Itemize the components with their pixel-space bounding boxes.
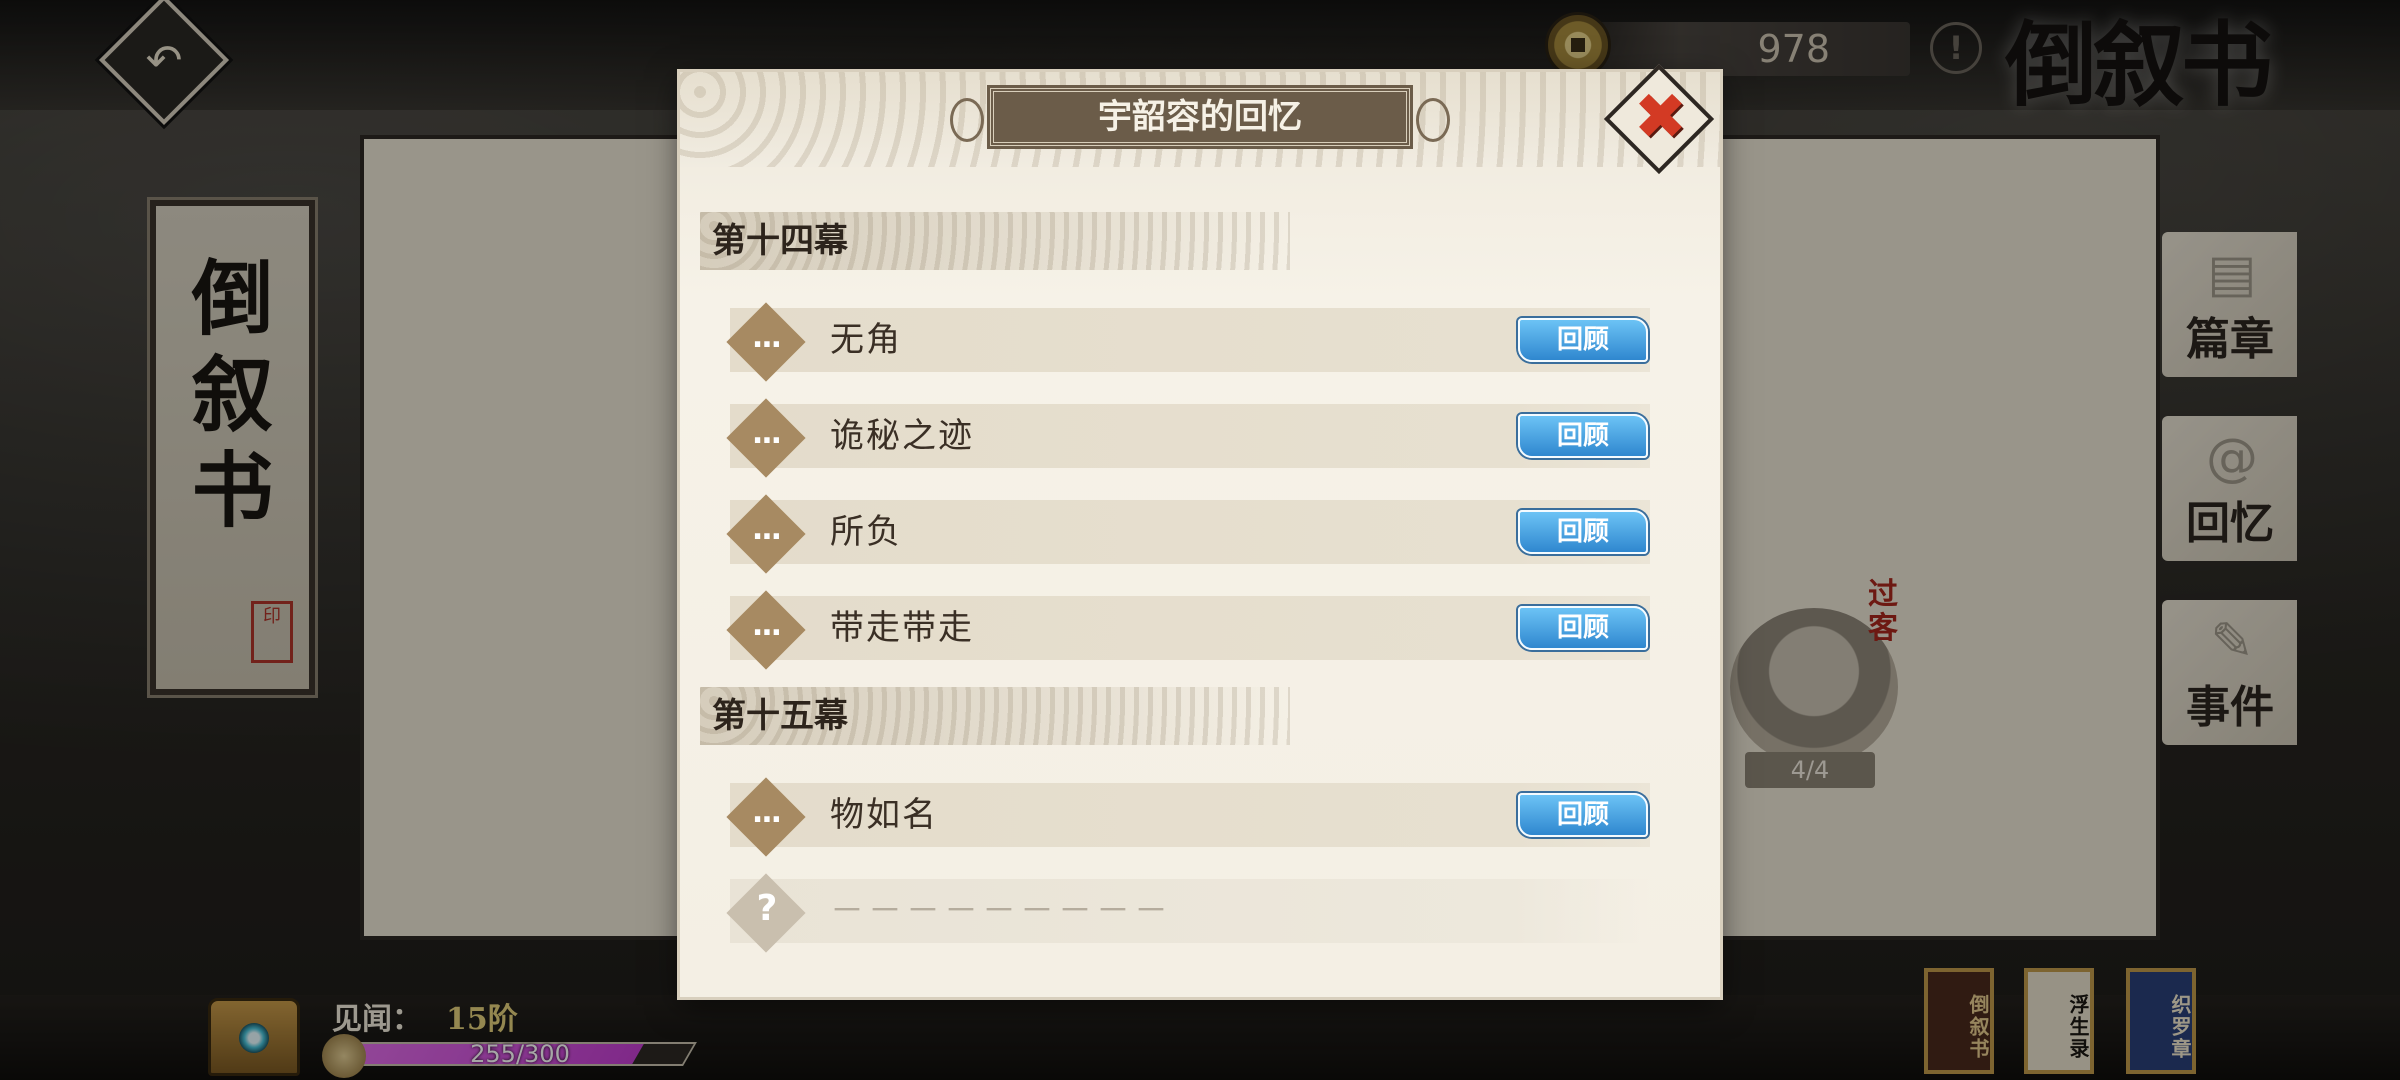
- ellipsis-icon: ...: [751, 416, 782, 451]
- memory-title: 所负: [830, 512, 902, 552]
- memory-title: 无角: [830, 320, 902, 360]
- ellipsis-icon: ...: [751, 795, 782, 830]
- close-icon: ✖: [1633, 80, 1688, 155]
- memory-entry: ... 物如名 回顾: [726, 777, 1650, 857]
- memory-entry: ... 带走带走 回顾: [726, 590, 1650, 670]
- review-button[interactable]: 回顾: [1518, 793, 1648, 837]
- memory-entry: ... 所负 回顾: [726, 494, 1650, 574]
- memory-title: 带走带走: [830, 608, 974, 648]
- review-button[interactable]: 回顾: [1518, 318, 1648, 362]
- review-button[interactable]: 回顾: [1518, 510, 1648, 554]
- memory-dialog: 宇韶容的回忆 ✖ 第十四幕 ... 无角 回顾 ... 诡秘之迹 回顾 ... …: [680, 63, 1720, 997]
- dialog-title: 宇韶容的回忆: [950, 88, 1450, 146]
- memory-title: 物如名: [830, 795, 938, 835]
- memory-entry: ... 无角 回顾: [726, 302, 1650, 382]
- ellipsis-icon: ...: [751, 320, 782, 355]
- review-button[interactable]: 回顾: [1518, 606, 1648, 650]
- question-icon: ?: [756, 888, 778, 929]
- review-button[interactable]: 回顾: [1518, 414, 1648, 458]
- act-header: 第十五幕: [700, 687, 1290, 745]
- memory-title: 诡秘之迹: [830, 416, 974, 456]
- act-header: 第十四幕: [700, 212, 1290, 270]
- memory-entry: ... 诡秘之迹 回顾: [726, 398, 1650, 478]
- ellipsis-icon: ...: [751, 512, 782, 547]
- ellipsis-icon: ...: [751, 608, 782, 643]
- locked-memory-entry: ? －－－－－－－－－: [726, 873, 1650, 953]
- locked-memory-title: －－－－－－－－－: [830, 891, 1172, 931]
